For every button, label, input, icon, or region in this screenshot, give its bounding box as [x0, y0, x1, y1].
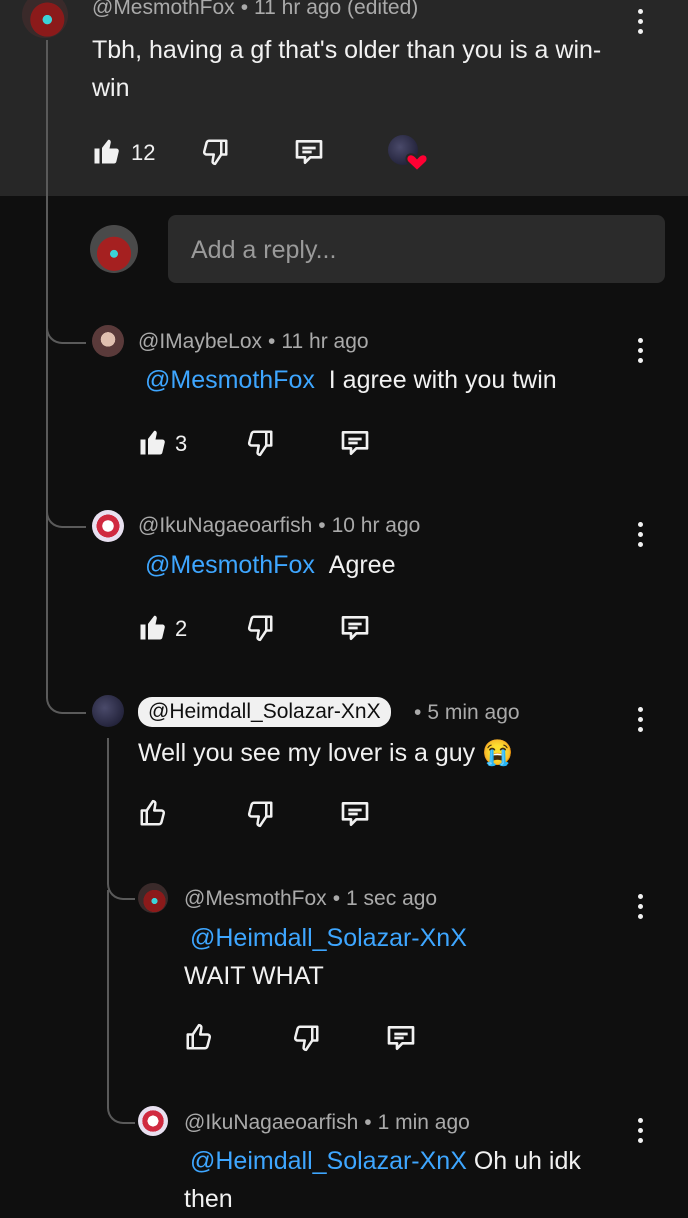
author-name[interactable]: @IkuNagaeoarfish: [138, 514, 312, 537]
like-icon[interactable]: [184, 1022, 214, 1052]
comment-meta: • 5 min ago: [408, 701, 520, 725]
reply-placeholder: Add a reply...: [191, 236, 337, 264]
reply-icon[interactable]: [385, 1022, 417, 1054]
more-options-icon[interactable]: [638, 1118, 646, 1148]
author-name[interactable]: @MesmothFox: [92, 0, 235, 19]
avatar[interactable]: [138, 883, 168, 913]
heart-icon: [405, 153, 429, 173]
separator: •: [240, 0, 249, 19]
separator: •: [268, 330, 276, 353]
more-options-icon[interactable]: [638, 522, 646, 552]
like-count: 3: [175, 431, 188, 456]
timestamp: 11 hr ago (edited): [254, 0, 419, 19]
comment-meta: @MesmothFox • 11 hr ago (edited): [92, 0, 418, 20]
avatar[interactable]: [138, 1106, 168, 1136]
thread-curve: [46, 600, 86, 714]
like-count: 2: [175, 616, 188, 641]
add-reply-input[interactable]: Add a reply...: [168, 215, 665, 283]
comment-text: Tbh, having a gf that's older than you i…: [92, 36, 602, 102]
mention-link[interactable]: @Heimdall_Solazar-XnX: [190, 1147, 467, 1175]
comment-meta: @MesmothFox • 1 sec ago: [184, 887, 437, 911]
mention-link[interactable]: @MesmothFox: [145, 366, 315, 394]
reply-icon[interactable]: [339, 427, 371, 459]
avatar[interactable]: [92, 695, 124, 727]
dislike-icon[interactable]: [200, 137, 230, 167]
reply-text: Agree: [328, 551, 396, 579]
separator: •: [414, 701, 422, 724]
timestamp: 5 min ago: [427, 701, 520, 724]
reply-icon[interactable]: [339, 612, 371, 644]
dislike-icon[interactable]: [291, 1023, 321, 1053]
comment-meta: @IMaybeLox • 11 hr ago: [138, 330, 369, 354]
timestamp: 1 min ago: [377, 1111, 470, 1134]
mention-link[interactable]: @MesmothFox: [145, 551, 315, 579]
reply-text: WAIT WHAT: [184, 962, 324, 990]
author-chip[interactable]: @Heimdall_Solazar-XnX: [138, 697, 391, 727]
user-avatar: [90, 225, 138, 273]
like-filled-icon[interactable]: [138, 427, 168, 457]
author-name[interactable]: @MesmothFox: [184, 887, 327, 910]
thread-curve: [107, 800, 135, 900]
timestamp: 1 sec ago: [346, 887, 438, 910]
timestamp: 11 hr ago: [281, 330, 369, 353]
dislike-icon[interactable]: [245, 799, 275, 829]
avatar[interactable]: [92, 510, 124, 542]
author-name[interactable]: @IkuNagaeoarfish: [184, 1111, 358, 1134]
like-filled-icon[interactable]: [138, 612, 168, 642]
like-count: 12: [131, 140, 156, 165]
comment-text: @Heimdall_Solazar-XnX WAIT WHAT: [184, 919, 624, 995]
dislike-icon[interactable]: [245, 613, 275, 643]
like-icon[interactable]: [138, 798, 168, 828]
comment-meta: @IkuNagaeoarfish • 10 hr ago: [138, 514, 420, 538]
comment-meta: @IkuNagaeoarfish • 1 min ago: [184, 1111, 470, 1135]
reply-icon[interactable]: [293, 136, 325, 168]
separator: •: [318, 514, 326, 537]
more-options-icon[interactable]: [638, 707, 646, 737]
thread-curve: [46, 300, 86, 344]
comment-text: @Heimdall_Solazar-XnX Oh uh idk then: [184, 1142, 624, 1218]
more-options-icon[interactable]: [638, 338, 646, 368]
reply-icon[interactable]: [339, 798, 371, 830]
timestamp: 10 hr ago: [331, 514, 421, 537]
separator: •: [332, 887, 341, 910]
author-name[interactable]: @IMaybeLox: [138, 330, 262, 353]
mention-link[interactable]: @Heimdall_Solazar-XnX: [190, 924, 467, 952]
avatar[interactable]: [92, 325, 124, 357]
comment-text: Well you see my lover is a guy 😭: [138, 739, 514, 767]
thread-curve: [107, 890, 135, 1124]
like-filled-icon[interactable]: [92, 136, 122, 166]
comment-text: @MesmothFox Agree: [145, 546, 396, 584]
reply-text: I agree with you twin: [328, 366, 557, 394]
comment-text: @MesmothFox I agree with you twin: [145, 361, 557, 399]
thread-curve: [46, 484, 86, 528]
dislike-icon[interactable]: [245, 428, 275, 458]
more-options-icon[interactable]: [638, 9, 646, 39]
separator: •: [364, 1111, 372, 1134]
more-options-icon[interactable]: [638, 894, 646, 924]
